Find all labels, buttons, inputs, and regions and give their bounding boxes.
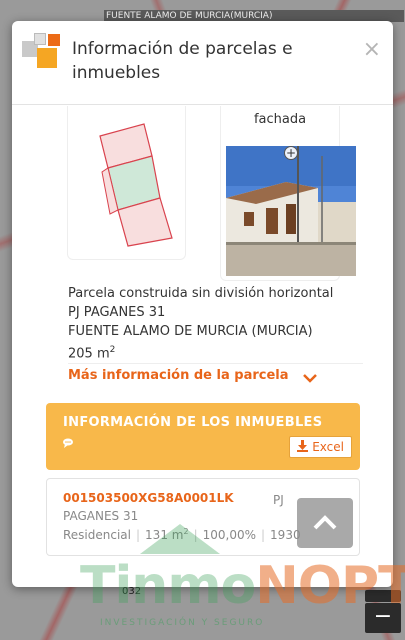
inmueble-surface: 131 m2: [145, 527, 189, 542]
parcel-info-modal: Información de parcelas e inmuebles × fa…: [12, 21, 393, 587]
parcel-plan-image: [99, 123, 173, 247]
inmueble-address-prefix: PJ: [273, 493, 284, 507]
map-parcel-label: 032: [122, 586, 142, 597]
facade-photo[interactable]: +: [226, 146, 356, 276]
inmueble-year: 1930: [270, 528, 301, 542]
scroll-to-top-button[interactable]: [297, 498, 353, 548]
parcel-area: 205 m2: [68, 345, 116, 362]
more-parcel-info-link[interactable]: Más información de la parcela: [68, 368, 289, 383]
inmueble-address: PAGANES 31: [63, 509, 139, 523]
inmuebles-title: INFORMACIÓN DE LOS INMUEBLES: [63, 415, 323, 430]
parcel-plan-thumbnail[interactable]: [67, 106, 186, 260]
chat-icon[interactable]: [63, 438, 75, 451]
parcel-type: Parcela construida sin división horizont…: [68, 286, 334, 301]
map-zoom-out-button[interactable]: −: [365, 603, 401, 633]
excel-download-button[interactable]: Excel: [289, 436, 352, 458]
download-icon: [297, 440, 309, 452]
inmuebles-header: INFORMACIÓN DE LOS INMUEBLES Excel: [46, 403, 360, 470]
modal-header: Información de parcelas e inmuebles ×: [12, 21, 393, 105]
inmueble-participation: 100,00%: [202, 528, 256, 542]
map-zoom-in-button[interactable]: [365, 590, 401, 602]
chevron-down-icon[interactable]: [302, 372, 318, 384]
divider: [68, 363, 363, 364]
facade-thumbnail[interactable]: fachada +: [220, 106, 356, 281]
parcel-municipality: FUENTE ALAMO DE MURCIA (MURCIA): [68, 324, 313, 339]
modal-title: Información de parcelas e inmuebles: [72, 39, 293, 83]
catastro-logo-icon: [22, 33, 60, 69]
inmueble-details: Residencial | 131 m2 | 100,00% | 1930: [63, 527, 301, 542]
close-button[interactable]: ×: [363, 37, 381, 62]
inmueble-use: Residencial: [63, 528, 131, 542]
zoom-plus-icon[interactable]: +: [284, 146, 298, 160]
parcel-address: PJ PAGANES 31: [68, 305, 166, 320]
facade-caption: fachada: [253, 112, 307, 127]
modal-content[interactable]: fachada + Parcela construida sin divisió…: [12, 106, 393, 587]
parcel-details: Parcela construida sin división horizont…: [68, 284, 368, 363]
excel-label: Excel: [312, 440, 344, 454]
chevron-up-icon: [313, 515, 337, 530]
